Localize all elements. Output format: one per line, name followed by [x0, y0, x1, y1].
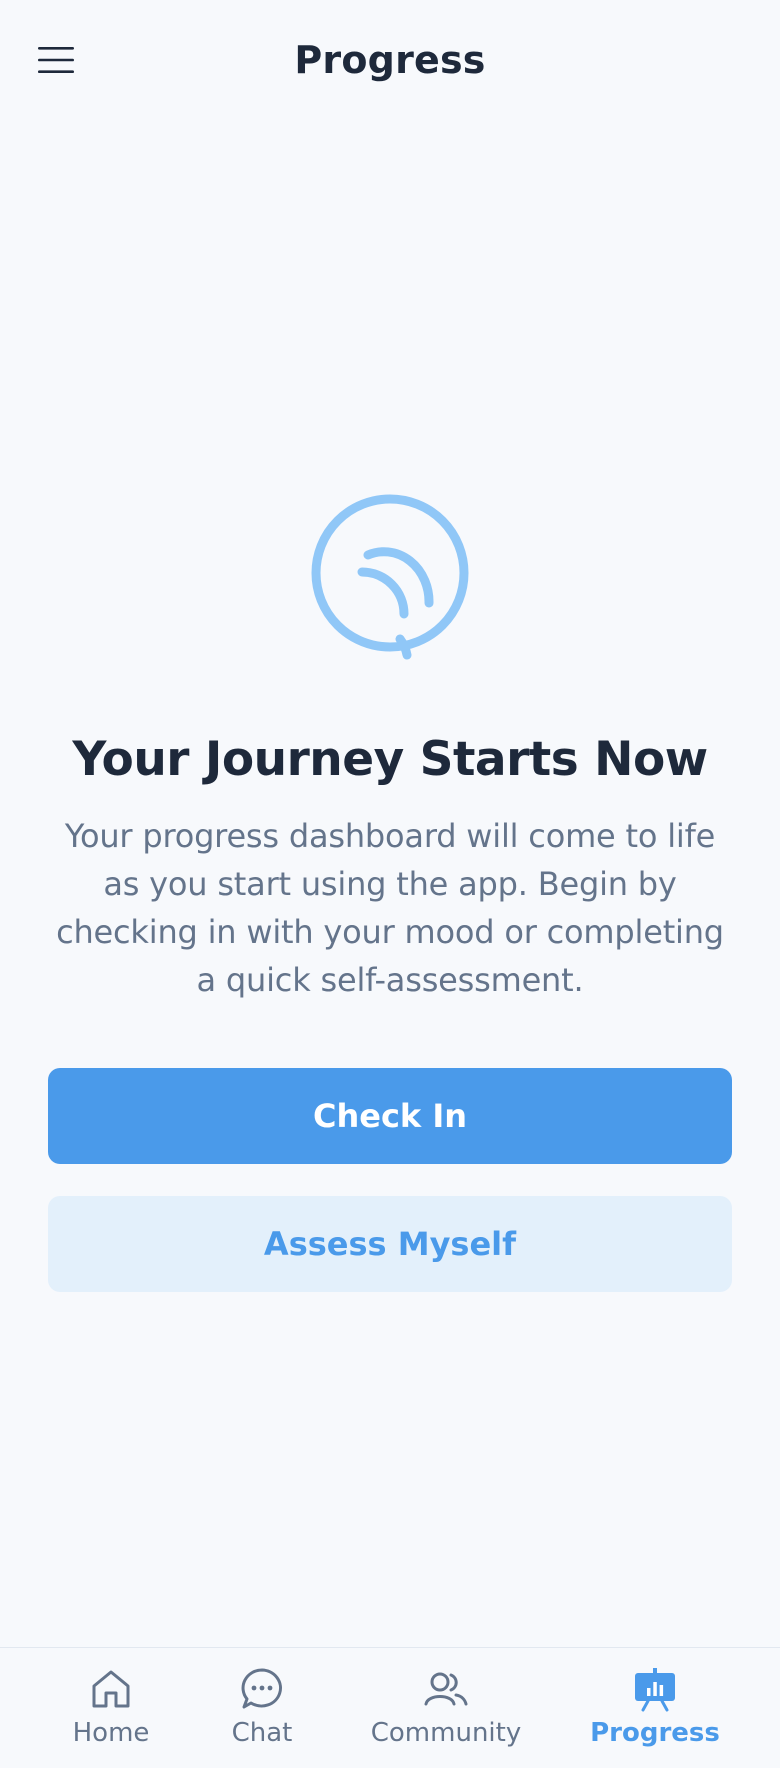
progress-screen: Progress Your Journey Starts Now Your pr… — [0, 0, 780, 1768]
community-icon — [423, 1666, 469, 1712]
empty-state-description: Your progress dashboard will come to lif… — [56, 817, 724, 999]
bottom-navigation: Home Chat Community Progress — [0, 1647, 780, 1768]
nav-label-community: Community — [370, 1718, 522, 1748]
empty-state-title: Your Journey Starts Now — [72, 732, 708, 787]
nav-item-community[interactable]: Community — [370, 1648, 522, 1768]
nav-item-chat[interactable]: Chat — [212, 1648, 312, 1768]
progress-chart-icon — [632, 1666, 678, 1712]
nav-label-home: Home — [72, 1718, 150, 1748]
journey-spiral-icon — [310, 493, 470, 665]
home-icon — [88, 1666, 134, 1712]
chat-bubble-icon — [239, 1666, 285, 1712]
nav-label-progress: Progress — [590, 1718, 720, 1748]
page-title: Progress — [294, 38, 486, 82]
nav-item-home[interactable]: Home — [61, 1648, 161, 1768]
check-in-button[interactable]: Check In — [48, 1068, 732, 1164]
top-app-bar: Progress — [0, 0, 780, 120]
nav-label-chat: Chat — [231, 1718, 293, 1748]
assess-myself-button[interactable]: Assess Myself — [48, 1196, 732, 1292]
nav-item-progress[interactable]: Progress — [590, 1648, 720, 1768]
